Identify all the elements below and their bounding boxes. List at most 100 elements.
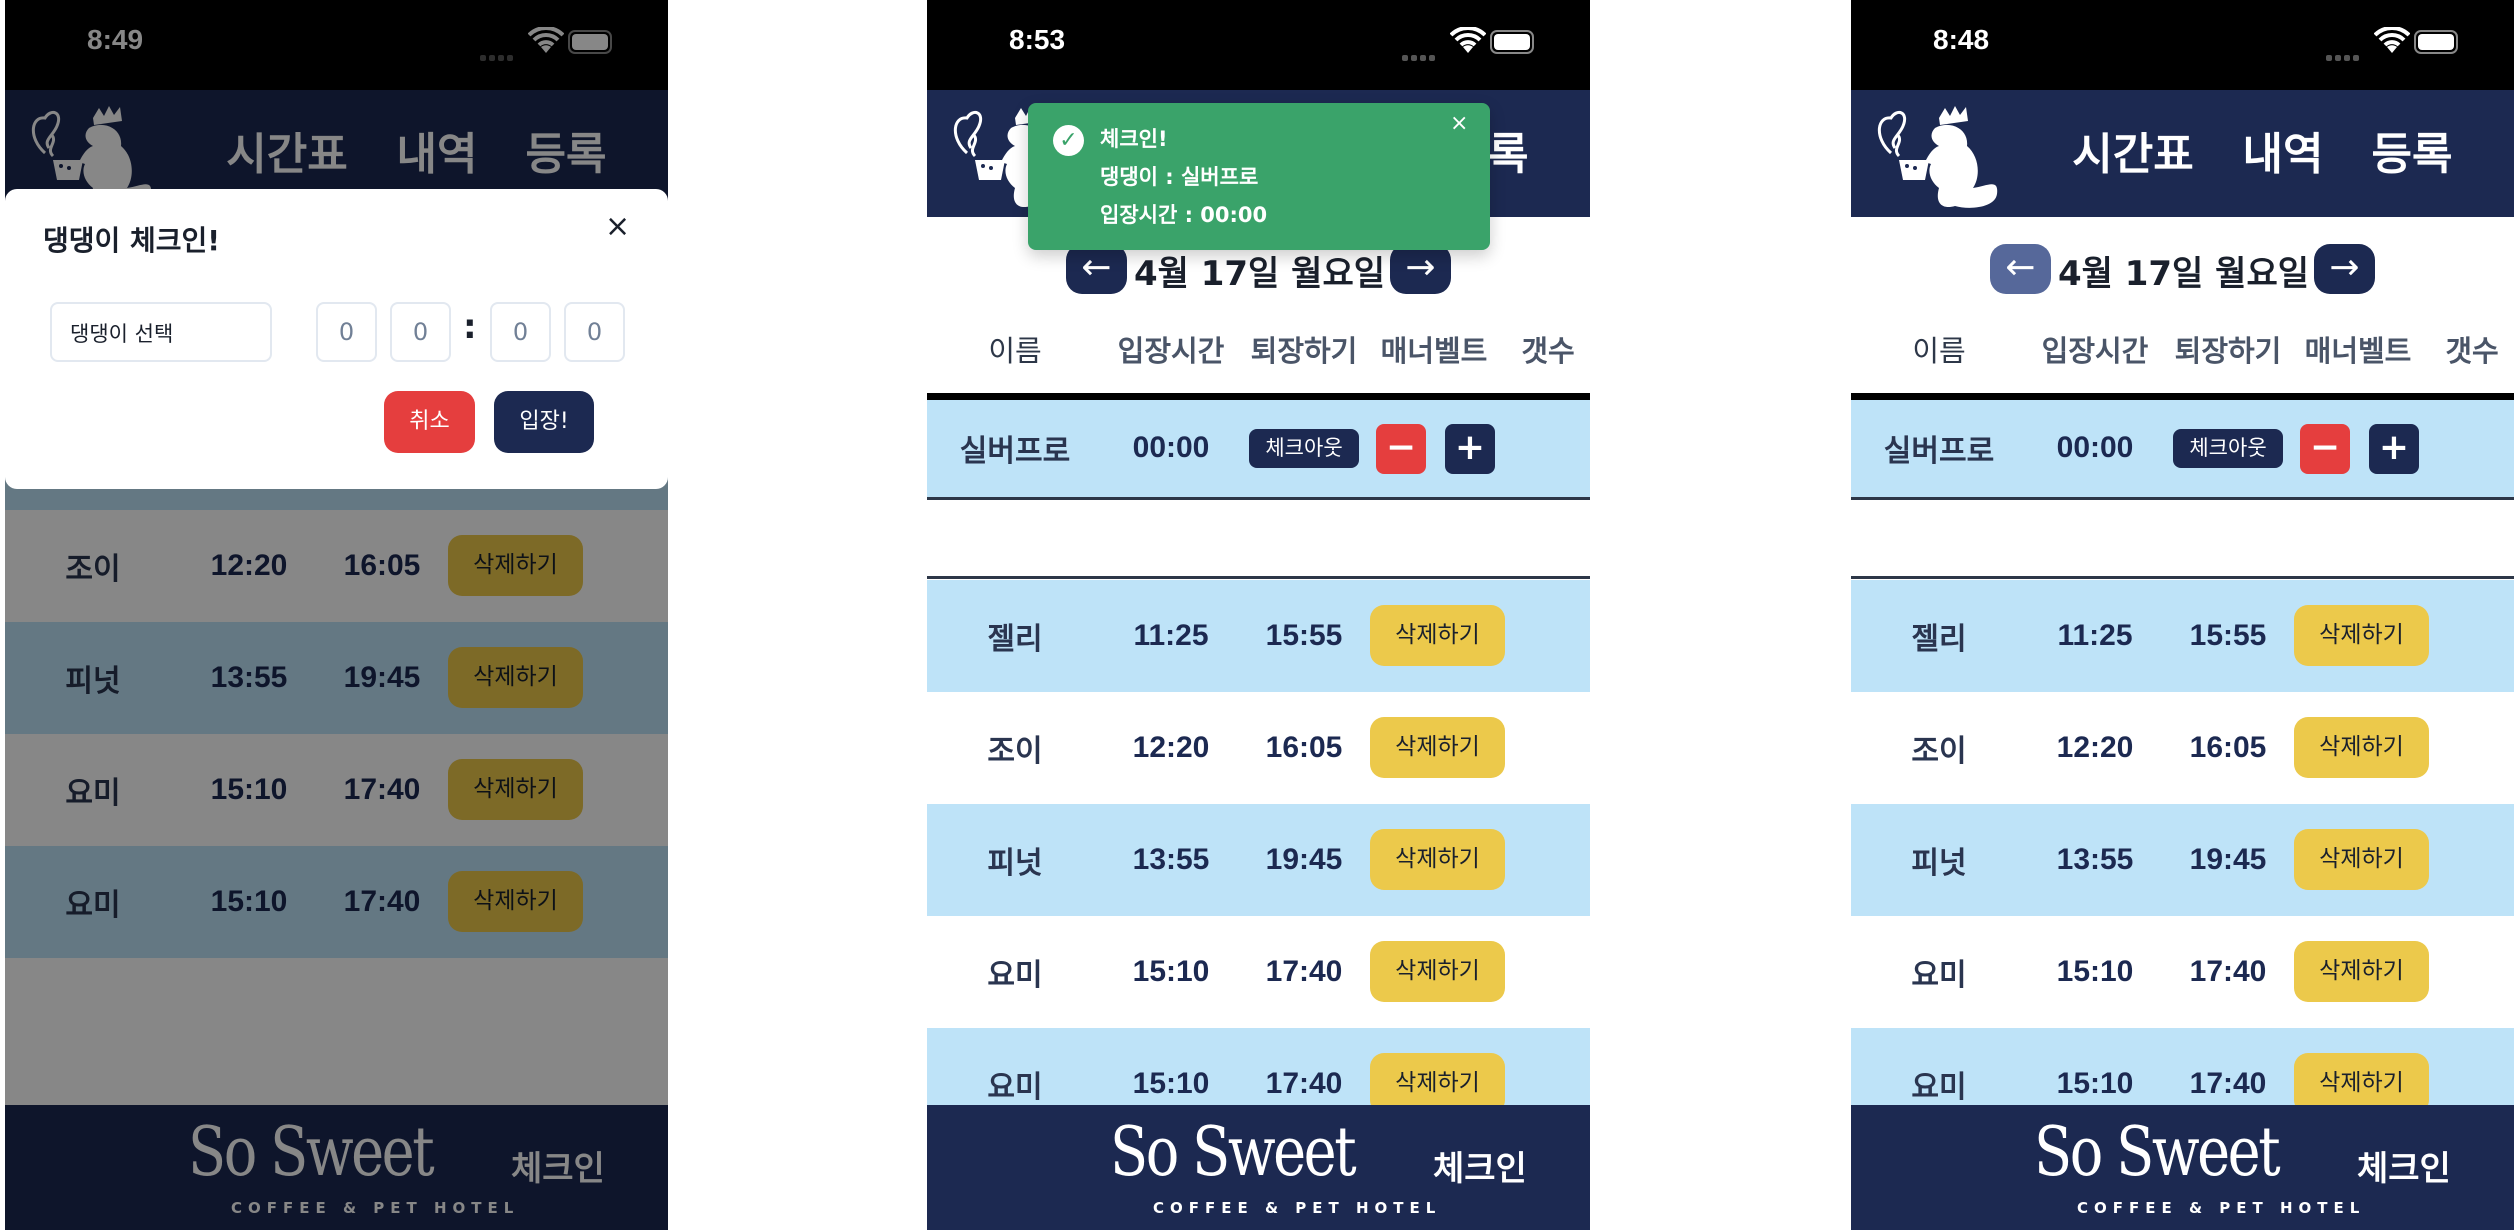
toast-time: 입장시간 : 00:00 [1100,203,1268,227]
time-digit-input[interactable]: 0 [316,302,377,362]
footer-title: 체크인 [1433,1149,1527,1189]
delete-button[interactable]: 삭제하기 [1370,605,1505,666]
enter-button[interactable]: 입장! [494,391,594,453]
app-header: 시간표 내역 등록 [1851,90,2514,217]
time-digit-input[interactable]: 0 [390,302,451,362]
delete-button[interactable]: 삭제하기 [1370,829,1505,890]
footer: So Sweet 체크인 COFFEE & PET HOTEL [1851,1105,2514,1230]
dog-name: 실버프로 [959,435,1071,468]
delete-button[interactable]: 삭제하기 [1370,717,1505,778]
column-header: 입장시간 [2041,334,2149,368]
column-header: 퇴장하기 [1250,334,1358,368]
phone-screen-timetable: 8:48 시간표 내역 등록 ← 4월 17일 월요일 → 이름 입장시간 퇴장하기 매너벨트 갯수 실… [1851,0,2514,1230]
checkout-button[interactable]: 체크아웃 [2173,429,2283,468]
date-navigator: ← 4월 17일 월요일 → [927,244,1590,297]
column-header: 갯수 [1521,334,1575,368]
column-header: 매너벨트 [2304,334,2412,368]
table-divider [927,393,1590,400]
dog-name: 요미 [987,959,1043,992]
next-day-button[interactable]: → [2314,244,2375,294]
footer-title: 체크인 [2357,1149,2451,1189]
checked-in-row: 실버프로 00:00 체크아웃−+ [927,400,1590,497]
signal-icon [2326,46,2362,65]
next-day-button[interactable]: → [1390,244,1451,294]
column-header: 이름 [1912,334,1966,368]
modal-title: 댕댕이 체크인! [43,224,221,257]
entry-time: 00:00 [1132,431,1210,464]
delete-button[interactable]: 삭제하기 [2294,717,2429,778]
entry-time: 12:20 [1132,731,1210,764]
nav-history[interactable]: 내역 [2243,118,2324,182]
dog-name: 피넛 [1911,847,1967,880]
table-row: 젤리 11:25 15:55 삭제하기 [1851,580,2514,692]
brand-tagline: COFFEE & PET HOTEL [1153,1199,1442,1217]
section-divider [1851,497,2514,500]
dog-name: 실버프로 [1883,435,1995,468]
delete-button[interactable]: 삭제하기 [2294,829,2429,890]
dog-select[interactable]: 댕댕이 선택 [50,302,272,362]
dog-name: 조이 [1911,735,1967,768]
prev-day-button[interactable]: ← [1066,244,1127,294]
checkout-button[interactable]: 체크아웃 [1249,429,1359,468]
dog-name: 요미 [987,1071,1043,1104]
table-row: 피넛 13:55 19:45 삭제하기 [927,804,1590,916]
nav-register[interactable]: 등록 [2372,118,2453,182]
brand-tagline: COFFEE & PET HOTEL [2077,1199,2366,1217]
footer: So Sweet 체크인 COFFEE & PET HOTEL [927,1105,1590,1230]
time-colon: : [463,307,477,347]
decrease-button[interactable]: − [2300,424,2350,474]
delete-button[interactable]: 삭제하기 [2294,941,2429,1002]
phone-screen-checkin-modal: 8:49시간표내역등록←4월 17일 월요일→이름입장시간퇴장하기매너벨트갯수실… [5,0,668,1230]
exit-time: 15:55 [2189,619,2267,652]
dog-name: 요미 [1911,959,1967,992]
exit-time: 19:45 [2189,843,2267,876]
entry-time: 15:10 [2056,1067,2134,1100]
status-bar: 8:53 [927,0,1590,90]
nav-timetable[interactable]: 시간표 [2072,118,2193,182]
close-icon[interactable]: × [605,209,630,244]
exit-time: 17:40 [2189,955,2267,988]
section-divider [927,497,1590,500]
increase-button[interactable]: + [1445,424,1495,474]
decrease-button[interactable]: − [1376,424,1426,474]
brand-logo: So Sweet [1110,1113,1357,1192]
timetable-content[interactable]: ←4월 17일 월요일→ 이름 입장시간 퇴장하기 매너벨트 갯수실버프로 00:00 체크아… [1851,217,2514,1105]
exit-time: 17:40 [1265,955,1343,988]
prev-day-button[interactable]: ← [1990,244,2051,294]
checkin-toast: ✓ 체크인! 댕댕이 : 실버프로 입장시간 : 00:00 × [1028,103,1490,250]
toast-dog: 댕댕이 : 실버프로 [1100,165,1259,189]
exit-time: 16:05 [2189,731,2267,764]
close-icon[interactable]: × [1450,111,1468,136]
exit-time: 15:55 [1265,619,1343,652]
time-digit-input[interactable]: 0 [564,302,625,362]
dog-name: 요미 [1911,1071,1967,1104]
table-divider [1851,393,2514,400]
battery-icon [2414,30,2458,54]
column-header: 퇴장하기 [2174,334,2282,368]
dog-name: 젤리 [1911,623,1967,656]
cancel-button[interactable]: 취소 [384,391,475,453]
exit-time: 17:40 [1265,1067,1343,1100]
time-digit-input[interactable]: 0 [490,302,551,362]
table-row: 요미 15:10 17:40 삭제하기 [927,916,1590,1028]
delete-button[interactable]: 삭제하기 [1370,1053,1505,1105]
table-row: 피넛 13:55 19:45 삭제하기 [1851,804,2514,916]
checked-in-row: 실버프로 00:00 체크아웃−+ [1851,400,2514,497]
battery-icon [1490,30,1534,54]
entry-time: 15:10 [1132,1067,1210,1100]
dog-logo-icon [1869,98,2019,213]
check-circle-icon: ✓ [1053,125,1084,156]
wifi-icon [2373,25,2411,55]
modal-backdrop[interactable] [5,0,668,1230]
entry-time: 15:10 [1132,955,1210,988]
delete-button[interactable]: 삭제하기 [2294,1053,2429,1105]
increase-button[interactable]: + [2369,424,2419,474]
status-bar: 8:48 [1851,0,2514,90]
table-row: 요미 15:10 17:40 삭제하기 [1851,916,2514,1028]
entry-time: 15:10 [2056,955,2134,988]
timetable-content[interactable]: ←4월 17일 월요일→ 이름 입장시간 퇴장하기 매너벨트 갯수실버프로 00:00 체크아… [927,217,1590,1105]
dog-name: 젤리 [987,623,1043,656]
table-row: 요미 15:10 17:40 삭제하기 [1851,1028,2514,1105]
delete-button[interactable]: 삭제하기 [2294,605,2429,666]
delete-button[interactable]: 삭제하기 [1370,941,1505,1002]
